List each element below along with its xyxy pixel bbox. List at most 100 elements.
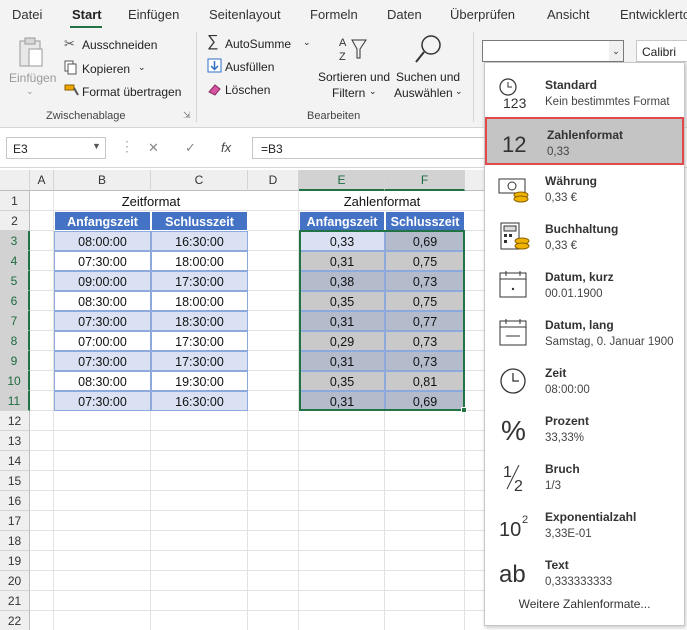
column-header-c[interactable]: C <box>151 170 248 191</box>
cell[interactable] <box>54 611 151 630</box>
cell[interactable] <box>248 191 299 211</box>
row-header-21[interactable]: 21 <box>0 591 30 611</box>
cell[interactable] <box>248 211 299 231</box>
row-header-2[interactable]: 2 <box>0 211 30 231</box>
tab-ueberpruefen[interactable]: Überprüfen <box>450 7 515 22</box>
cell[interactable] <box>465 311 484 331</box>
time-start-cell[interactable]: 07:30:00 <box>54 351 151 371</box>
cell[interactable] <box>54 451 151 471</box>
cell[interactable] <box>299 491 385 511</box>
format-option-item[interactable]: 1 2 Bruch 1/3 <box>485 453 684 501</box>
clear-button[interactable]: Löschen <box>207 81 297 99</box>
row-header-19[interactable]: 19 <box>0 551 30 571</box>
cell[interactable] <box>151 551 248 571</box>
cell[interactable] <box>30 191 54 211</box>
column-header-e[interactable]: E <box>299 170 385 191</box>
format-option-item[interactable]: Datum, kurz 00.01.1900 <box>485 261 684 309</box>
number-format-box[interactable] <box>482 40 610 62</box>
cell[interactable] <box>151 511 248 531</box>
cell[interactable] <box>30 251 54 271</box>
cell[interactable] <box>248 471 299 491</box>
cell[interactable] <box>30 411 54 431</box>
column-header-b[interactable]: B <box>54 170 151 191</box>
cell[interactable] <box>151 431 248 451</box>
cancel-icon[interactable]: ✕ <box>148 140 159 156</box>
cell[interactable] <box>465 191 484 211</box>
cell[interactable] <box>465 551 484 571</box>
cell[interactable] <box>54 491 151 511</box>
row-header-6[interactable]: 6 <box>0 291 30 311</box>
cell[interactable] <box>465 451 484 471</box>
cell[interactable] <box>248 491 299 511</box>
time-end-cell[interactable]: 17:30:00 <box>151 271 248 291</box>
cell[interactable] <box>30 271 54 291</box>
cell[interactable] <box>54 471 151 491</box>
time-start-cell[interactable]: 09:00:00 <box>54 271 151 291</box>
cell[interactable] <box>30 371 54 391</box>
tab-datei[interactable]: Datei <box>12 7 42 22</box>
cell[interactable] <box>385 491 465 511</box>
cell[interactable] <box>30 611 54 630</box>
format-option-zahlenformat[interactable]: 12 Zahlenformat 0,33 <box>485 117 684 165</box>
tab-einfuegen[interactable]: Einfügen <box>128 7 179 22</box>
cut-button[interactable]: ✂ Ausschneiden <box>64 36 164 54</box>
confirm-icon[interactable]: ✓ <box>185 140 196 156</box>
time-end-cell[interactable]: 18:30:00 <box>151 311 248 331</box>
cell[interactable] <box>299 571 385 591</box>
cell[interactable] <box>30 451 54 471</box>
cell[interactable] <box>248 531 299 551</box>
cell[interactable] <box>385 571 465 591</box>
cell[interactable] <box>54 511 151 531</box>
cell[interactable] <box>248 371 299 391</box>
cell[interactable] <box>30 311 54 331</box>
cell[interactable] <box>248 311 299 331</box>
row-header-16[interactable]: 16 <box>0 491 30 511</box>
tab-ansicht[interactable]: Ansicht <box>547 7 590 22</box>
cell[interactable] <box>248 231 299 251</box>
row-header-11[interactable]: 11 <box>0 391 30 411</box>
cell[interactable] <box>151 591 248 611</box>
font-name-box[interactable]: Calibri <box>636 40 687 62</box>
column-header-f[interactable]: F <box>385 170 465 191</box>
cell[interactable] <box>465 591 484 611</box>
cell[interactable] <box>30 231 54 251</box>
cell[interactable] <box>54 431 151 451</box>
cell[interactable] <box>465 491 484 511</box>
cell[interactable] <box>385 431 465 451</box>
header-anfangszeit[interactable]: Anfangszeit <box>54 211 151 231</box>
row-header-3[interactable]: 3 <box>0 231 30 251</box>
tab-formeln[interactable]: Formeln <box>310 7 358 22</box>
cell[interactable] <box>299 411 385 431</box>
header-anfangszeit[interactable]: Anfangszeit <box>299 211 385 231</box>
cell[interactable] <box>30 471 54 491</box>
cell[interactable] <box>385 411 465 431</box>
cell[interactable] <box>465 351 484 371</box>
time-start-cell[interactable]: 07:30:00 <box>54 251 151 271</box>
cell[interactable] <box>299 471 385 491</box>
row-header-8[interactable]: 8 <box>0 331 30 351</box>
time-start-cell[interactable]: 08:30:00 <box>54 371 151 391</box>
cell[interactable] <box>151 471 248 491</box>
cell[interactable] <box>385 551 465 571</box>
cell[interactable] <box>465 231 484 251</box>
cell[interactable] <box>151 491 248 511</box>
cell[interactable] <box>248 291 299 311</box>
cell[interactable] <box>385 511 465 531</box>
time-end-cell[interactable]: 17:30:00 <box>151 351 248 371</box>
cell[interactable] <box>30 211 54 231</box>
cell[interactable] <box>465 291 484 311</box>
row-header-17[interactable]: 17 <box>0 511 30 531</box>
cell[interactable] <box>465 391 484 411</box>
row-header-20[interactable]: 20 <box>0 571 30 591</box>
cell[interactable] <box>151 531 248 551</box>
cell[interactable] <box>248 611 299 630</box>
formula-input[interactable]: =B3 <box>252 137 484 159</box>
cell[interactable] <box>465 531 484 551</box>
cell[interactable] <box>299 551 385 571</box>
row-header-10[interactable]: 10 <box>0 371 30 391</box>
fill-handle[interactable] <box>461 407 467 413</box>
cell[interactable] <box>30 491 54 511</box>
namebox-dropdown-icon[interactable]: ▼ <box>92 141 101 151</box>
cell[interactable] <box>54 411 151 431</box>
time-end-cell[interactable]: 18:00:00 <box>151 251 248 271</box>
